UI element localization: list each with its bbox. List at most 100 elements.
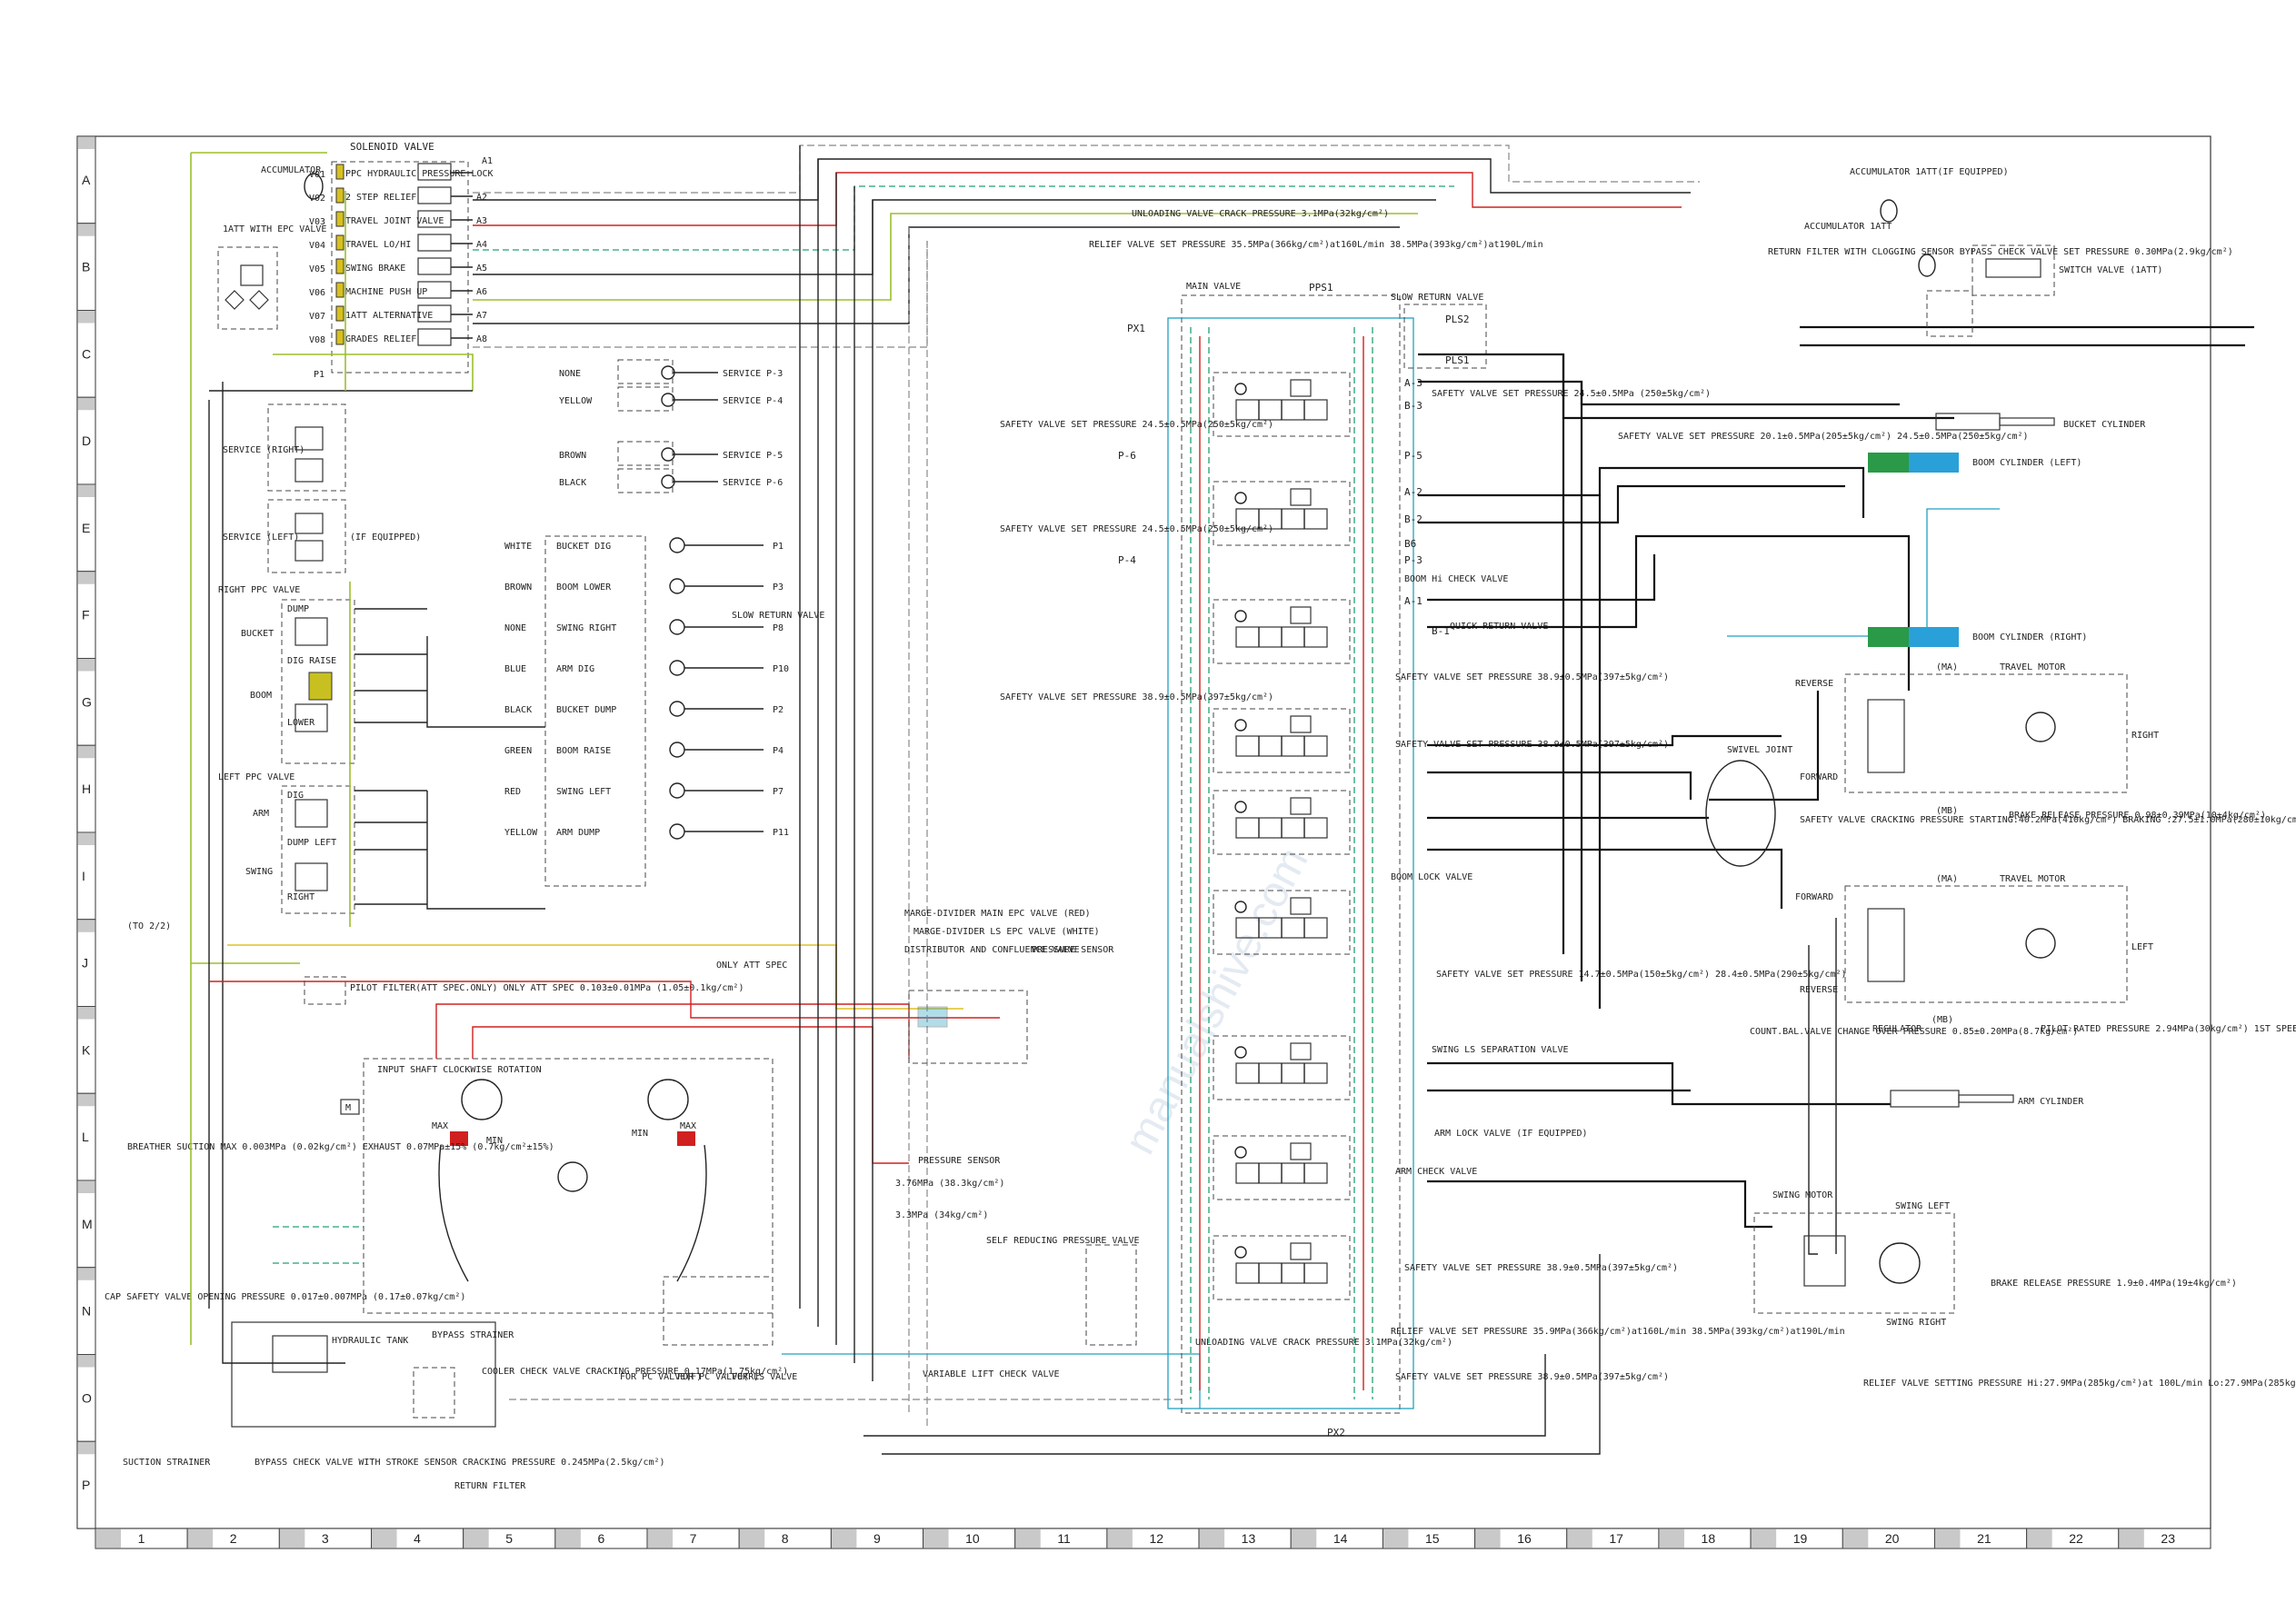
slow-return-label-left: SLOW RETURN VALVE bbox=[732, 611, 824, 621]
relief-bottom-label: RELIEF VALVE SET PRESSURE 35.9MPa(366kg/… bbox=[1391, 1327, 1845, 1337]
solenoid-spool bbox=[417, 234, 452, 252]
rear-pump-icon bbox=[647, 1079, 689, 1120]
travel-right-counterbalance bbox=[1867, 699, 1905, 773]
column-label: 6 bbox=[597, 1531, 604, 1546]
dig-label: DIG bbox=[287, 791, 304, 801]
rear-max-label: MAX bbox=[680, 1121, 696, 1131]
spool-pressure-comp bbox=[1234, 1046, 1247, 1059]
column-cell-hatch bbox=[739, 1528, 765, 1548]
pto-icon bbox=[557, 1161, 588, 1192]
column-cell-hatch bbox=[1474, 1528, 1501, 1548]
p33-label: 3.3MPa (34kg/cm²) bbox=[895, 1210, 988, 1220]
solenoid-port: A6 bbox=[476, 287, 487, 297]
row-label: B bbox=[82, 260, 90, 274]
row-cell-hatch bbox=[77, 658, 95, 672]
pressure-switch-icon bbox=[669, 701, 685, 717]
accumulator-att-label: ACCUMULATOR 1ATT(IF EQUIPPED) bbox=[1850, 167, 2009, 177]
epc-service-port: SERVICE P-3 bbox=[723, 369, 783, 379]
boom-right-barrel-blue bbox=[1909, 627, 1959, 647]
sensor-port: P10 bbox=[773, 664, 789, 674]
unloading-bottom-label: UNLOADING VALVE CRACK PRESSURE 3.1MPa(32… bbox=[1195, 1338, 1452, 1348]
column-cell-hatch bbox=[371, 1528, 397, 1548]
port-pls1: PLS1 bbox=[1445, 354, 1470, 366]
row-cell bbox=[76, 831, 96, 921]
column-cell-hatch bbox=[1751, 1528, 1777, 1548]
travel-motor-right-ma: (MA) bbox=[1936, 662, 1958, 672]
column-cell-hatch bbox=[2026, 1528, 2052, 1548]
solenoid-coil bbox=[335, 234, 344, 251]
pressure-sensor-label: PRESSURE SENSOR bbox=[918, 1156, 1001, 1166]
left-ppc-label: LEFT PPC VALVE bbox=[218, 772, 294, 782]
travel-motor-right-outline bbox=[1844, 673, 2128, 793]
dump-left-label: DUMP LEFT bbox=[287, 838, 336, 848]
spool-check-valve bbox=[1290, 379, 1312, 397]
travel-motor-right-label: TRAVEL MOTOR bbox=[2000, 662, 2066, 672]
input-shaft-label: INPUT SHAFT CLOCKWISE ROTATION bbox=[377, 1065, 542, 1075]
bucket-cylinder-rod bbox=[1999, 417, 2055, 426]
service-left-valve: SERVICE (LEFT) (IF EQUIPPED) bbox=[223, 499, 421, 573]
epc-wire-color: BROWN bbox=[559, 451, 586, 461]
spool-divider bbox=[1258, 1263, 1305, 1283]
solenoid-p1: P1 bbox=[314, 370, 324, 380]
column-cell-hatch bbox=[647, 1528, 674, 1548]
main-valve-label: MAIN VALVE bbox=[1186, 282, 1241, 292]
service-right-label: SERVICE (RIGHT) bbox=[223, 445, 304, 455]
safety-right-2: SAFETY VALVE SET PRESSURE 38.9±0.5MPa(39… bbox=[1395, 672, 1669, 682]
pc-ls-valves bbox=[663, 1276, 774, 1346]
count-bal-label: COUNT.BAL.VALVE CHANGE OVER PRESSURE 0.8… bbox=[1750, 1027, 2078, 1037]
spool-check-valve bbox=[1290, 1142, 1312, 1160]
sensor-function: ARM DIG bbox=[556, 664, 594, 674]
safety-label-1: SAFETY VALVE SET PRESSURE 24.5±0.5MPa(25… bbox=[1000, 420, 1273, 430]
row-cell-hatch bbox=[77, 136, 95, 149]
port-pm5: P-5 bbox=[1404, 450, 1423, 462]
swivel-joint-label: SWIVEL JOINT bbox=[1727, 745, 1792, 755]
column-cell-hatch bbox=[463, 1528, 489, 1548]
spool-pressure-comp bbox=[1234, 492, 1247, 504]
epc-service-port: SERVICE P-6 bbox=[723, 478, 783, 488]
travel-left-counterbalance bbox=[1867, 908, 1905, 982]
solenoid-function-label: TRAVEL LO/HI bbox=[345, 240, 411, 250]
solenoid-coil bbox=[335, 164, 344, 180]
spool-divider bbox=[1258, 736, 1305, 756]
right-ppc-valve: RIGHT PPC VALVE BUCKET BOOM DUMP DIG RAI… bbox=[218, 585, 355, 764]
solenoid-function-label: GRADES RELIEF bbox=[345, 334, 416, 344]
arm-ppc-body bbox=[294, 799, 328, 828]
solenoid-code: V04 bbox=[309, 241, 325, 251]
spool-pressure-comp bbox=[1234, 383, 1247, 395]
arm-cylinder-barrel bbox=[1890, 1090, 1960, 1108]
row-cell-hatch bbox=[77, 310, 95, 324]
rear-max-indicator bbox=[677, 1131, 695, 1146]
solenoid-code: V07 bbox=[309, 312, 325, 322]
only-att-label: ONLY ATT SPEC bbox=[716, 961, 787, 971]
row-cell-hatch bbox=[77, 1180, 95, 1193]
swing-motor-outline bbox=[1753, 1212, 1955, 1314]
merge-main-label: MARGE-DIVIDER MAIN EPC VALVE (RED) bbox=[904, 909, 1091, 919]
swivel-joint: SWIVEL JOINT bbox=[1705, 745, 1792, 867]
slow-return-label: SLOW RETURN VALVE bbox=[1391, 293, 1483, 303]
lower-label: LOWER bbox=[287, 718, 315, 728]
column-cell-hatch bbox=[1199, 1528, 1225, 1548]
front-pump-icon bbox=[461, 1079, 503, 1120]
row-cell-hatch bbox=[77, 832, 95, 845]
column-label: 5 bbox=[505, 1531, 513, 1546]
column-label: 22 bbox=[2069, 1531, 2083, 1546]
spool-check-valve bbox=[1290, 488, 1312, 506]
row-label: K bbox=[82, 1042, 91, 1057]
solenoid-port: A2 bbox=[476, 193, 487, 203]
solenoid-spool bbox=[417, 186, 452, 204]
spool-check-valve bbox=[1290, 715, 1312, 733]
row-label: I bbox=[82, 869, 85, 883]
service-left-spool-bottom bbox=[294, 540, 324, 562]
solenoid-function-label: MACHINE PUSH UP bbox=[345, 287, 427, 297]
arm-label: ARM bbox=[253, 809, 269, 819]
port-a3: A-3 bbox=[1404, 377, 1423, 389]
row-cell-hatch bbox=[77, 745, 95, 759]
swing-motor-valve bbox=[1803, 1235, 1846, 1287]
spool-pressure-comp bbox=[1234, 719, 1247, 732]
column-label: 1 bbox=[138, 1531, 145, 1546]
sensor-wire-color: YELLOW bbox=[504, 828, 538, 838]
service-right-valve: SERVICE (RIGHT) bbox=[223, 403, 346, 492]
to-2-2-label: (TO 2/2) bbox=[127, 921, 171, 931]
row-cell-hatch bbox=[77, 397, 95, 411]
travel-right-reverse: REVERSE bbox=[1795, 679, 1833, 689]
